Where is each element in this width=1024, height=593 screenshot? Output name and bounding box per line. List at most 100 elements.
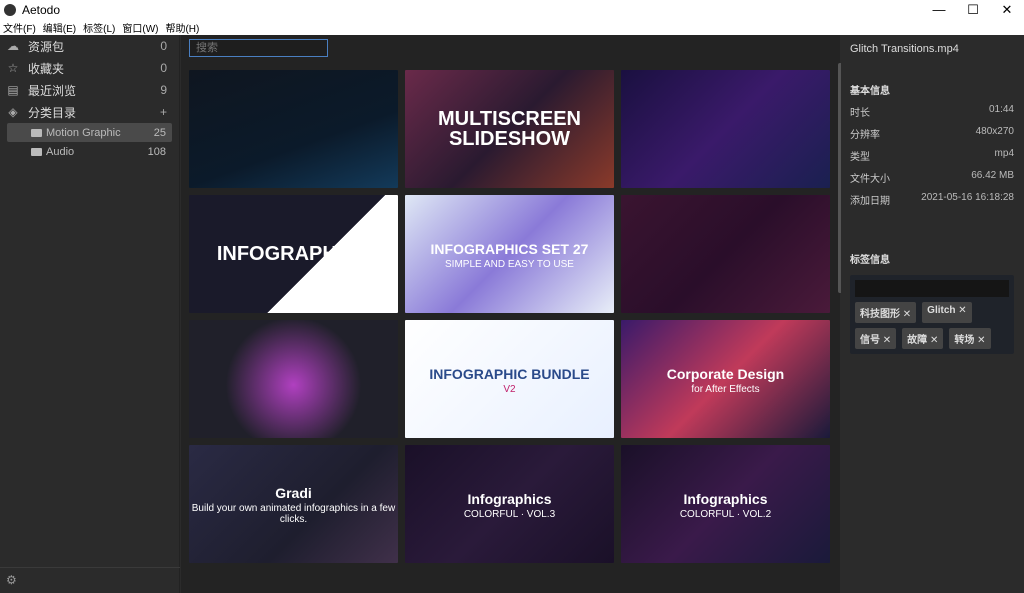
thumbnail-title: Infographics (683, 490, 768, 507)
menu-window[interactable]: 窗口(W) (122, 20, 158, 35)
thumbnail-subtitle: V2 (503, 383, 516, 395)
tags-title: 标签信息 (850, 255, 890, 266)
title-bar: Aetodo — ☐ ✕ (0, 0, 1024, 20)
thumbnail[interactable] (189, 320, 398, 438)
thumbnail[interactable]: INFOGRAPHIC BUNDLE V2 (405, 320, 614, 438)
info-label: 分辨率 (850, 130, 880, 141)
remove-tag-icon[interactable]: ✕ (880, 335, 891, 346)
close-button[interactable]: ✕ (990, 0, 1024, 20)
menu-bar: 文件(F) 编辑(E) 标签(L) 窗口(W) 帮助(H) (0, 20, 1024, 35)
minimize-button[interactable]: — (922, 0, 956, 20)
thumbnail[interactable]: MULTISCREEN SLIDESHOW (405, 70, 614, 188)
tag-chip[interactable]: 转场 ✕ (949, 328, 991, 349)
folder-icon (31, 128, 42, 137)
menu-edit[interactable]: 编辑(E) (43, 20, 76, 35)
sidebar-item-label: 最近浏览 (28, 83, 77, 98)
thumbnail-title: INFOGRAPHICS SET 27 (430, 240, 589, 257)
thumbnail-title: INFOGRAPHICS (216, 243, 371, 265)
info-value: 2021-05-16 16:18:28 (921, 192, 1014, 203)
sidebar-item-label: 分类目录 (28, 105, 77, 120)
tag-box: 科技图形 ✕ Glitch ✕ 信号 ✕ 故障 ✕ 转场 ✕ (850, 275, 1014, 354)
layers-icon: ◈ (8, 105, 18, 119)
sidebar-item[interactable]: ◈ 分类目录 + (0, 101, 179, 123)
thumbnail-subtitle: COLORFUL · VOL.2 (679, 508, 772, 520)
info-label: 类型 (850, 152, 870, 163)
tag-chip[interactable]: 信号 ✕ (855, 328, 897, 349)
main-area: MULTISCREEN SLIDESHOW INFOGRAPHICS INFOGRA… (181, 35, 843, 593)
thumbnail-subtitle: SIMPLE AND EASY TO USE (445, 258, 574, 270)
basic-info-title: 基本信息 (850, 86, 890, 97)
info-row: 类型 mp4 (850, 148, 1014, 163)
info-row: 添加日期 2021-05-16 16:18:28 (850, 192, 1014, 207)
remove-tag-icon[interactable]: ✕ (900, 309, 911, 320)
file-name: Glitch Transitions.mp4 (850, 43, 959, 55)
details-panel: Glitch Transitions.mp4 基本信息 时长 01:44 分辨率 48… (841, 35, 1024, 593)
tag-chip[interactable]: Glitch ✕ (922, 302, 972, 323)
divider (0, 567, 180, 568)
sidebar-item[interactable]: ▤ 最近浏览 9 (0, 79, 179, 101)
sidebar-item[interactable]: ☁ 资源包 0 (0, 35, 179, 57)
maximize-button[interactable]: ☐ (956, 0, 990, 20)
info-value: 480x270 (975, 126, 1014, 137)
thumbnail-subtitle: COLORFUL · VOL.3 (463, 508, 556, 520)
thumbnail[interactable]: Infographics COLORFUL · VOL.2 (621, 445, 830, 563)
folder-icon (31, 147, 42, 156)
info-value: mp4 (994, 148, 1014, 159)
thumbnail-title: INFOGRAPHIC BUNDLE (429, 365, 590, 382)
thumbnail[interactable]: INFOGRAPHICS SET 27 SIMPLE AND EASY TO US… (405, 195, 614, 313)
app-logo-icon (4, 4, 16, 16)
folder-item[interactable]: Motion Graphic 25 (7, 123, 172, 142)
sidebar-item-count: 0 (160, 39, 167, 53)
star-icon: ☆ (7, 61, 19, 75)
info-value: 01:44 (988, 104, 1014, 115)
tag-input[interactable] (855, 280, 1009, 297)
tag-label: 转场 (954, 335, 975, 346)
sidebar-item-count: 0 (160, 61, 167, 75)
gear-icon[interactable]: ⚙ (6, 573, 17, 587)
search-input[interactable] (189, 39, 328, 57)
info-label: 文件大小 (850, 174, 890, 185)
menu-tags[interactable]: 标签(L) (83, 20, 115, 35)
sidebar-item-label: 资源包 (28, 39, 65, 54)
tag-chip[interactable]: 科技图形 ✕ (855, 302, 917, 323)
sidebar: ☁ 资源包 0 ☆ 收藏夹 0 ▤ 最近浏览 9 ◈ 分类目录 + Motion Graphic 25 Au… (0, 35, 180, 593)
thumbnail-title: MULTISCREEN SLIDESHOW (438, 108, 581, 150)
info-row: 分辨率 480x270 (850, 126, 1014, 141)
folder-count: 108 (147, 145, 166, 158)
remove-tag-icon[interactable]: ✕ (956, 305, 966, 316)
sidebar-item-count: 9 (160, 83, 167, 97)
add-category-button[interactable]: + (160, 105, 167, 119)
cloud-icon: ☁ (7, 39, 19, 53)
thumbnail-title: Infographics (467, 490, 552, 507)
info-value: 66.42 MB (971, 170, 1014, 181)
tag-label: 科技图形 (860, 309, 900, 320)
tag-label: Glitch (927, 305, 956, 316)
tag-chip[interactable]: 故障 ✕ (902, 328, 944, 349)
info-label: 时长 (850, 108, 870, 119)
remove-tag-icon[interactable]: ✕ (974, 335, 985, 346)
sidebar-item[interactable]: ☆ 收藏夹 0 (0, 57, 179, 79)
menu-help[interactable]: 帮助(H) (165, 20, 199, 35)
thumbnail[interactable] (621, 70, 830, 188)
thumbnail[interactable] (189, 70, 398, 188)
thumbnail[interactable]: Corporate Design for After Effects (621, 320, 830, 438)
thumbnail[interactable]: Gradi Build your own animated infographic… (189, 445, 398, 563)
thumbnail-title: Corporate Design (666, 365, 785, 382)
tag-label: 信号 (860, 335, 880, 346)
sidebar-item-label: 收藏夹 (28, 61, 65, 76)
remove-tag-icon[interactable]: ✕ (927, 335, 938, 346)
history-icon: ▤ (7, 83, 19, 97)
info-row: 文件大小 66.42 MB (850, 170, 1014, 185)
folder-label: Audio (46, 145, 75, 158)
folder-item[interactable]: Audio 108 (7, 142, 172, 161)
thumbnail[interactable] (621, 195, 830, 313)
folder-count: 25 (153, 126, 166, 139)
thumbnail-grid: MULTISCREEN SLIDESHOW INFOGRAPHICS INFOGRA… (189, 70, 830, 563)
info-row: 时长 01:44 (850, 104, 1014, 119)
thumbnail[interactable]: INFOGRAPHICS (189, 195, 398, 313)
app-title: Aetodo (22, 3, 61, 17)
tag-label: 故障 (907, 335, 928, 346)
menu-file[interactable]: 文件(F) (3, 20, 36, 35)
folder-label: Motion Graphic (46, 126, 121, 139)
thumbnail[interactable]: Infographics COLORFUL · VOL.3 (405, 445, 614, 563)
